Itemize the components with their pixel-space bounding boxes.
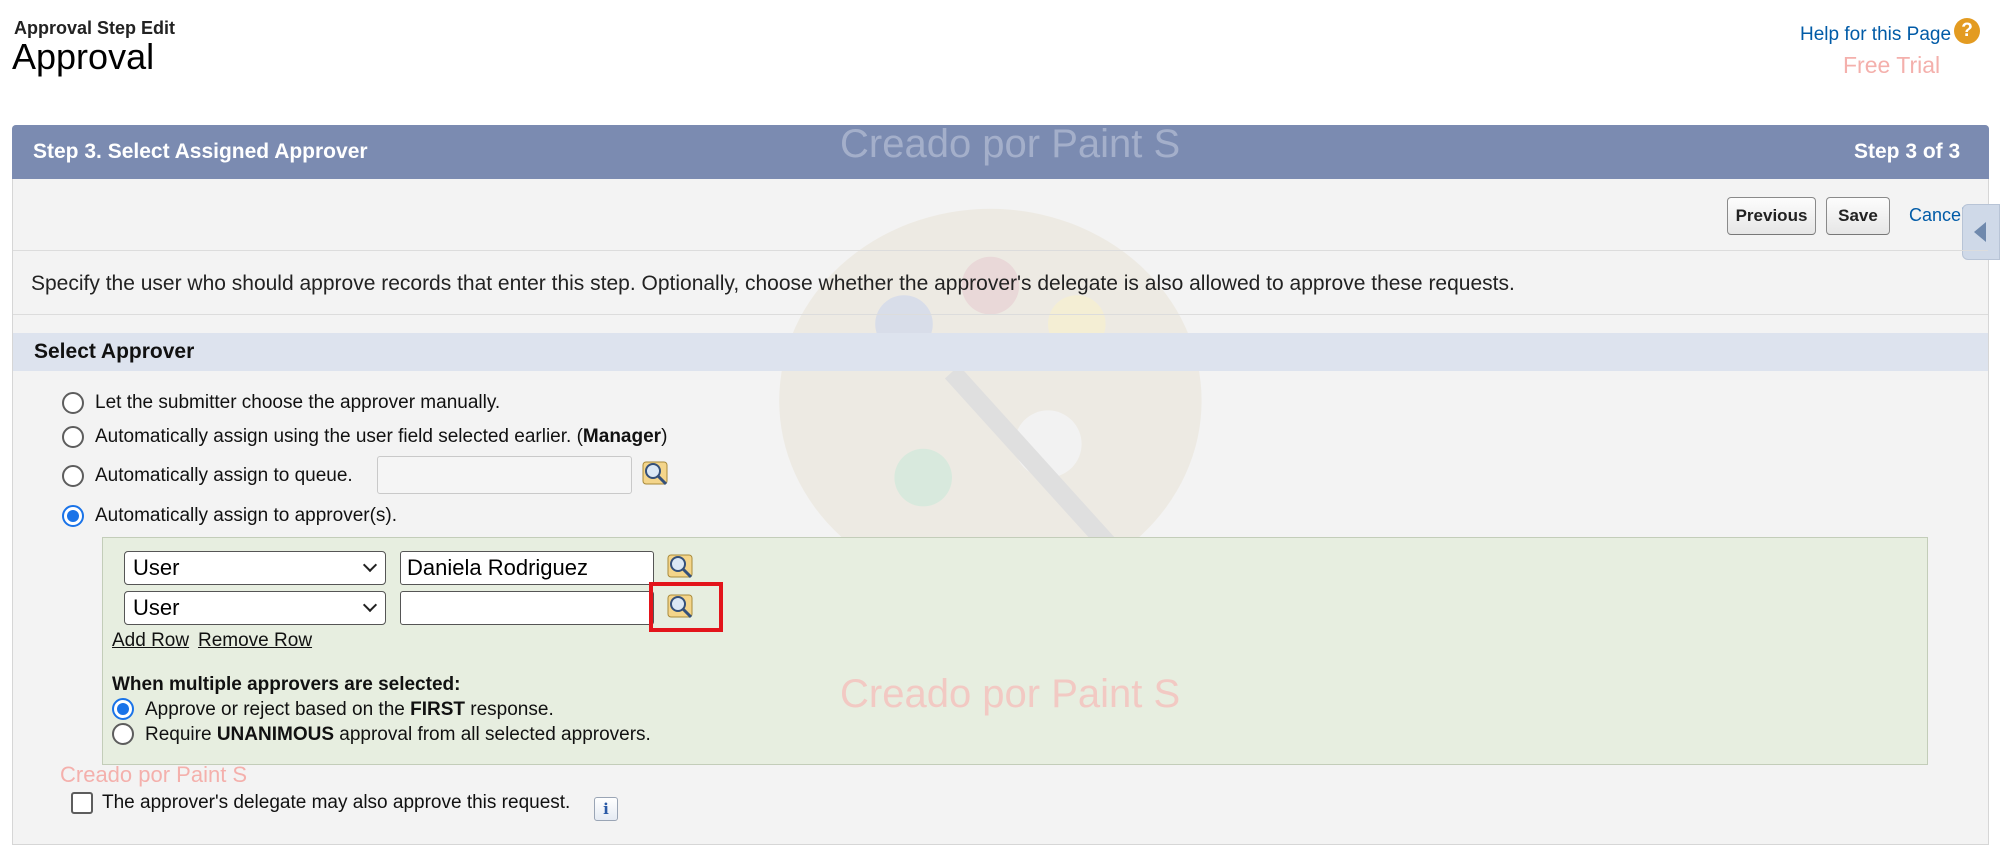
previous-button[interactable]: Previous bbox=[1727, 197, 1816, 235]
help-link[interactable]: Help for this Page bbox=[1800, 24, 1951, 46]
chevron-down-icon bbox=[362, 597, 378, 613]
chevron-left-icon bbox=[1974, 222, 1986, 242]
help-icon[interactable]: ? bbox=[1954, 18, 1980, 44]
section-header bbox=[13, 333, 1988, 371]
chevron-down-icon bbox=[362, 557, 378, 573]
highlight-box bbox=[649, 582, 723, 632]
multi-approver-title: When multiple approvers are selected: bbox=[112, 674, 461, 695]
step-count: Step 3 of 3 bbox=[1854, 140, 1961, 163]
section-title: Select Approver bbox=[34, 340, 195, 363]
save-button[interactable]: Save bbox=[1826, 197, 1890, 235]
cancel-link[interactable]: Cancel bbox=[1909, 205, 1965, 226]
radio-label-unanimous: Require UNANIMOUS approval from all sele… bbox=[145, 724, 651, 745]
page-title: Approval bbox=[12, 36, 155, 77]
step-description: Specify the user who should approve reco… bbox=[31, 272, 1515, 295]
radio-assign-approvers[interactable] bbox=[62, 505, 84, 527]
free-trial-watermark: Free Trial bbox=[1843, 52, 1941, 78]
approver-type-select[interactable]: User bbox=[124, 551, 386, 585]
radio-label-assign-approvers: Automatically assign to approver(s). bbox=[95, 505, 398, 526]
remove-row-link[interactable]: Remove Row bbox=[198, 630, 312, 652]
delegate-label: The approver's delegate may also approve… bbox=[102, 792, 571, 813]
lookup-icon[interactable] bbox=[641, 459, 671, 489]
radio-user-field[interactable] bbox=[62, 426, 84, 448]
queue-input[interactable] bbox=[377, 456, 632, 494]
approver-name-input[interactable] bbox=[400, 591, 654, 625]
approver-name-input[interactable]: Daniela Rodriguez bbox=[400, 551, 654, 585]
radio-queue[interactable] bbox=[62, 465, 84, 487]
radio-first-response[interactable] bbox=[112, 698, 134, 720]
radio-label-queue: Automatically assign to queue. bbox=[95, 465, 353, 486]
radio-label-user-field: Automatically assign using the user fiel… bbox=[95, 426, 668, 447]
divider bbox=[13, 314, 1988, 315]
radio-label-manual: Let the submitter choose the approver ma… bbox=[95, 392, 501, 413]
radio-unanimous[interactable] bbox=[112, 723, 134, 745]
approver-type-value: User bbox=[133, 595, 180, 620]
paint-watermark-bottom: Creado por Paint S bbox=[840, 672, 1181, 716]
divider bbox=[13, 250, 1988, 251]
radio-label-first-response: Approve or reject based on the FIRST res… bbox=[145, 699, 554, 720]
approver-type-value: User bbox=[133, 555, 180, 580]
step-title: Step 3. Select Assigned Approver bbox=[33, 140, 368, 163]
lookup-icon[interactable] bbox=[666, 552, 696, 582]
paint-watermark-left: Creado por Paint S bbox=[60, 762, 248, 787]
delegate-checkbox[interactable] bbox=[71, 792, 93, 814]
approver-type-select[interactable]: User bbox=[124, 591, 386, 625]
info-icon[interactable]: i bbox=[594, 797, 618, 821]
radio-manual-approver[interactable] bbox=[62, 392, 84, 414]
add-row-link[interactable]: Add Row bbox=[112, 630, 189, 652]
paint-watermark-top: Creado por Paint S bbox=[840, 122, 1181, 166]
